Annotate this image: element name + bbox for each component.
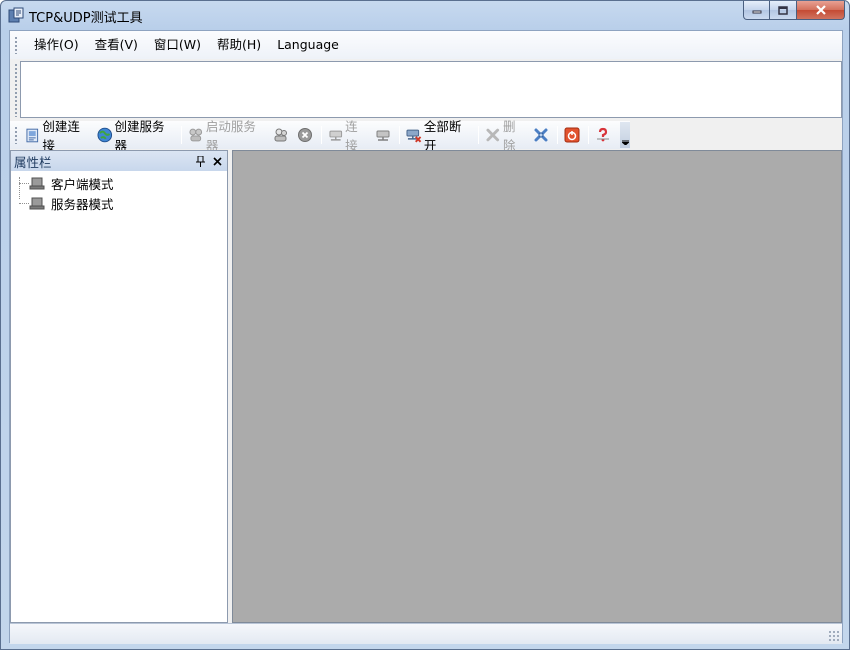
help-button[interactable] — [592, 124, 616, 146]
disconnect-all-icon — [406, 129, 422, 143]
globe-icon — [97, 127, 113, 143]
start-server-icon — [189, 128, 203, 142]
create-server-label: 创建服务器 — [114, 119, 165, 153]
minimize-button[interactable] — [743, 1, 770, 20]
client-area: 操作(O) 查看(V) 窗口(W) 帮助(H) Language 创建连接 创建… — [9, 30, 843, 644]
toolbar-separator — [181, 126, 183, 144]
create-server-button[interactable]: 创建服务器 — [94, 119, 178, 153]
tree-item-label: 客户端模式 — [51, 176, 114, 192]
toolbar-separator — [399, 126, 401, 144]
menu-window[interactable]: 窗口(W) — [146, 34, 209, 56]
connect-icon — [328, 130, 342, 141]
server-users-button[interactable] — [270, 124, 294, 146]
power-icon — [564, 127, 580, 143]
disconnect-button[interactable] — [372, 124, 396, 146]
toolbar-separator — [478, 126, 480, 144]
minimize-icon — [752, 10, 761, 14]
tree-item-server-mode[interactable]: 服务器模式 — [11, 193, 227, 213]
new-connection-icon — [26, 128, 38, 143]
status-bar — [10, 623, 842, 644]
help-icon — [597, 127, 610, 142]
toolbar-separator — [557, 126, 559, 144]
tools-button[interactable] — [530, 124, 554, 146]
menu-grip[interactable] — [14, 36, 18, 54]
mode-tree: 客户端模式 服务器模式 — [11, 171, 227, 213]
tree-item-label: 服务器模式 — [51, 196, 114, 212]
panel-close-button[interactable] — [210, 153, 224, 169]
pin-icon — [195, 155, 205, 167]
stop-icon — [297, 128, 312, 142]
property-panel-header[interactable]: 属性栏 — [11, 151, 227, 171]
maximize-icon — [778, 5, 788, 15]
top-input-area[interactable] — [20, 61, 842, 118]
menu-help[interactable]: 帮助(H) — [209, 34, 269, 56]
toolbar-overflow-button[interactable] — [620, 122, 630, 148]
chevron-down-icon — [621, 140, 629, 145]
top-panel — [10, 61, 842, 119]
tools-icon — [534, 128, 548, 142]
resize-grip[interactable] — [828, 630, 840, 642]
menu-bar: 操作(O) 查看(V) 窗口(W) 帮助(H) Language — [10, 31, 842, 59]
close-button[interactable] — [797, 1, 845, 20]
connect-button[interactable]: 连接 — [325, 119, 373, 153]
menu-language[interactable]: Language — [269, 34, 347, 56]
users-icon — [274, 128, 287, 142]
property-panel-title: 属性栏 — [14, 154, 52, 170]
stop-server-button[interactable] — [294, 124, 318, 146]
close-icon — [815, 5, 826, 15]
create-connection-label: 创建连接 — [42, 119, 80, 153]
menu-view[interactable]: 查看(V) — [87, 34, 146, 56]
toolbar-separator — [320, 126, 322, 144]
app-window: TCP&UDP测试工具 操作(O) 查看(V) 窗口(W) 帮助(H) Lang… — [0, 0, 850, 650]
computer-icon — [29, 177, 45, 190]
disconnect-all-label: 全部断开 — [423, 119, 462, 153]
toolbar: 创建连接 创建服务器 启动服务器 连接 全部断开 删除 — [10, 119, 630, 153]
computer-icon — [29, 197, 45, 210]
connect-label: 连接 — [345, 119, 358, 153]
delete-button[interactable]: 删除 — [482, 119, 530, 153]
power-button[interactable] — [561, 124, 585, 146]
title-bar[interactable]: TCP&UDP测试工具 — [1, 1, 849, 29]
create-connection-button[interactable]: 创建连接 — [22, 119, 94, 153]
tree-item-client-mode[interactable]: 客户端模式 — [11, 173, 227, 193]
toolbar-separator — [588, 126, 590, 144]
window-title: TCP&UDP测试工具 — [29, 11, 143, 26]
mdi-workspace[interactable] — [232, 150, 842, 623]
delete-icon — [486, 128, 500, 142]
property-panel: 属性栏 客户端模式 服务器模式 — [10, 150, 228, 623]
delete-label: 删除 — [502, 119, 516, 153]
app-icon — [8, 7, 24, 23]
pin-button[interactable] — [193, 153, 207, 169]
close-icon — [212, 156, 222, 166]
disconnect-all-button[interactable]: 全部断开 — [403, 119, 475, 153]
disconnect-icon — [376, 130, 390, 141]
maximize-button[interactable] — [770, 1, 797, 20]
start-server-button[interactable]: 启动服务器 — [185, 119, 269, 153]
menu-operate[interactable]: 操作(O) — [26, 34, 87, 56]
panel-grip[interactable] — [14, 63, 18, 117]
start-server-label: 启动服务器 — [205, 119, 256, 153]
toolbar-grip[interactable] — [14, 126, 18, 144]
